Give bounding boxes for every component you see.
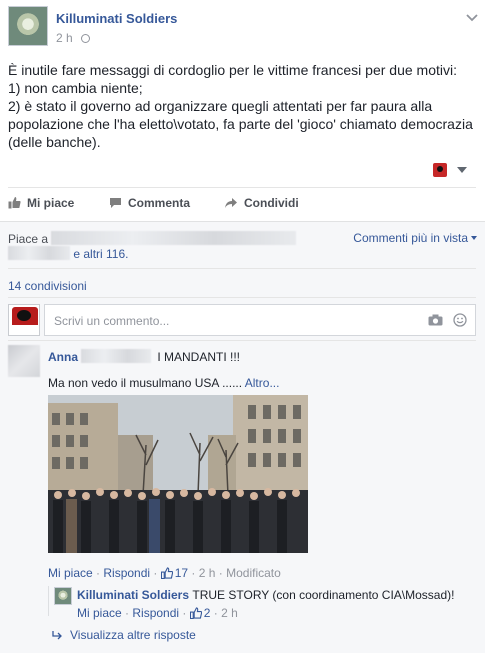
comment-edited[interactable]: Modificato (226, 566, 281, 580)
camera-icon[interactable] (428, 314, 443, 326)
redacted-names (8, 246, 70, 260)
reaction-selector[interactable] (433, 163, 467, 177)
share-icon (225, 198, 237, 208)
shares-count-link[interactable]: 14 condivisioni (8, 279, 87, 293)
comment-icon (110, 198, 121, 208)
reply-thread-line (48, 586, 49, 616)
comment-text-line2: Ma non vedo il musulmano USA ...... Altr… (48, 376, 279, 390)
caret-down-icon (457, 167, 467, 173)
reply-header: Killuminati Soldiers TRUE STORY (con coo… (77, 588, 454, 602)
like-label: Mi piace (27, 196, 75, 210)
comment-photo[interactable] (48, 395, 308, 553)
commenter-avatar[interactable] (8, 345, 40, 377)
reply-avatar[interactable] (54, 587, 72, 605)
comment-input[interactable]: Scrivi un commento... (44, 304, 476, 336)
comment-text-continued: Ma non vedo il musulmano USA ...... (48, 376, 243, 390)
commenter-name-link[interactable]: Anna (48, 350, 78, 364)
reply-like-number: 2 (203, 606, 211, 620)
reply-text: TRUE STORY (con coordinamento CIA\Mossad… (192, 588, 455, 602)
share-button[interactable]: Condividi (224, 196, 299, 210)
post-actions: Mi piace Commenta Condividi (8, 189, 476, 219)
post-text: È inutile fare messaggi di cordoglio per… (8, 62, 473, 150)
emoji-icon[interactable] (453, 313, 467, 327)
thumbs-up-icon (8, 197, 21, 209)
view-more-replies-link[interactable]: Visualizza altre risposte (52, 628, 196, 642)
comment-placeholder: Scrivi un commento... (54, 314, 170, 328)
post-time-text[interactable]: 2 h (56, 31, 73, 45)
globe-icon (81, 34, 91, 43)
likes-others-link[interactable]: e altri 116. (73, 247, 128, 261)
reply-author-link[interactable]: Killuminati Soldiers (77, 588, 189, 602)
share-label: Condividi (244, 196, 299, 210)
page-avatar-small (8, 304, 40, 336)
reply-like-count[interactable]: 2 (189, 606, 211, 620)
divider (8, 268, 476, 269)
comment-like-number: 17 (174, 566, 189, 580)
page-flag-icon (433, 163, 447, 177)
divider (8, 340, 476, 341)
reply-arrow-icon (52, 631, 62, 640)
comment-like-count[interactable]: 17 (160, 566, 189, 580)
divider (8, 297, 476, 298)
comment-label: Commenta (128, 196, 191, 210)
redacted-surname (81, 349, 151, 363)
divider (8, 187, 476, 188)
comment-meta: Mi piace · Rispondi · 17 · 2 h · Modific… (48, 566, 281, 580)
caret-down-icon (471, 236, 477, 240)
reply-reply-link[interactable]: Rispondi (132, 606, 179, 620)
comment-reply-link[interactable]: Rispondi (103, 566, 150, 580)
reply-like-link[interactable]: Mi piace (77, 606, 122, 620)
see-more-link[interactable]: Altro... (245, 376, 280, 390)
comment-text: I MANDANTI !!! (157, 350, 241, 364)
likes-summary-2: e altri 116. (8, 246, 129, 261)
comment-like-link[interactable]: Mi piace (48, 566, 93, 580)
comments-sort-dropdown[interactable]: Commenti più in vista (353, 231, 477, 245)
comment-time[interactable]: 2 h (199, 566, 216, 580)
comment-button[interactable]: Commenta (109, 196, 190, 210)
like-button[interactable]: Mi piace (8, 196, 74, 210)
page-avatar[interactable] (8, 6, 48, 46)
post-timestamp[interactable]: 2 h (56, 31, 91, 45)
reply-meta: Mi piace · Rispondi · 2 · 2 h (77, 606, 238, 620)
likes-prefix: Piace a (8, 232, 49, 246)
comments-sort-label: Commenti più in vista (353, 231, 468, 245)
post-header: Killuminati Soldiers 2 h (8, 6, 478, 50)
redacted-names (51, 231, 297, 245)
reply-time[interactable]: 2 h (221, 606, 238, 620)
thumbs-up-icon (160, 567, 173, 580)
view-more-replies-label: Visualizza altre risposte (70, 628, 196, 642)
chevron-down-icon[interactable] (466, 12, 478, 24)
comment-header: Anna I MANDANTI !!! (48, 349, 240, 364)
page-name-link[interactable]: Killuminati Soldiers (56, 11, 177, 26)
post-body: È inutile fare messaggi di cordoglio per… (8, 61, 476, 151)
thumbs-up-icon (189, 607, 202, 620)
